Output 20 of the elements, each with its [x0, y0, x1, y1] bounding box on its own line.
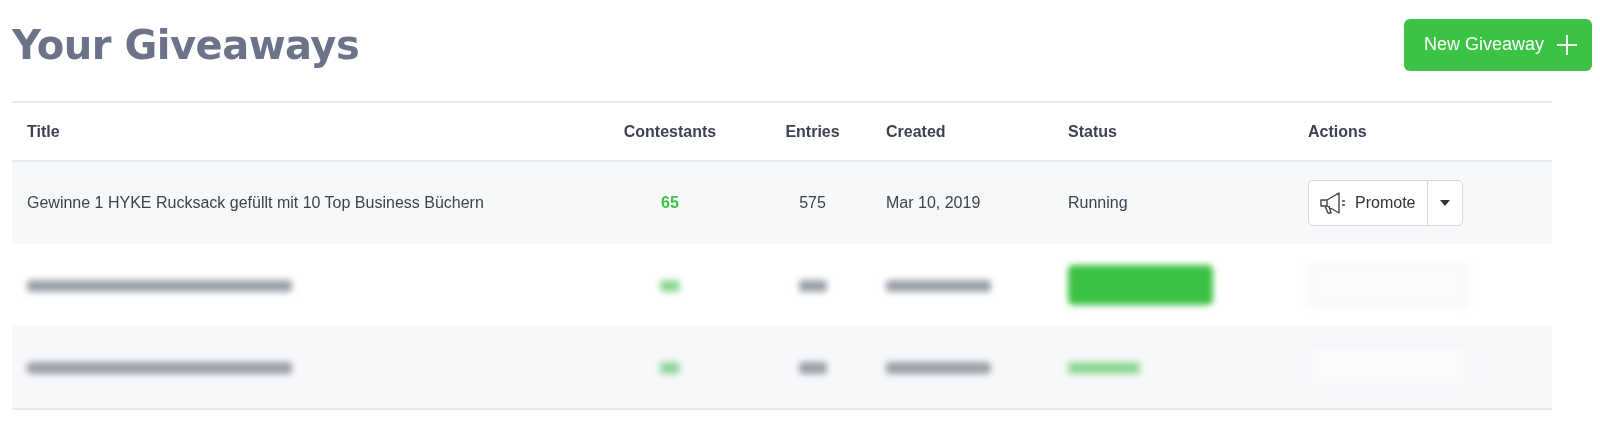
page-title: Your Giveaways	[12, 21, 360, 68]
giveaway-title: Gewinne 1 HYKE Rucksack gefüllt mit 10 Top Business Büchern	[27, 194, 484, 211]
column-header: Contestants	[623, 122, 717, 140]
column-header: Status	[1068, 122, 1117, 140]
entries-count: 575	[799, 194, 826, 211]
blurred-text	[1068, 361, 1140, 374]
column-header: Created	[886, 122, 946, 140]
created-date: Mar 10, 2019	[886, 194, 981, 211]
plus-icon	[1556, 33, 1578, 56]
caret-icon	[1440, 200, 1451, 206]
column-header: Title	[27, 122, 60, 140]
blurred-text	[660, 361, 680, 374]
megaphone-icon	[1319, 190, 1347, 216]
blurred-text	[798, 361, 827, 374]
status-text: Running	[1068, 194, 1128, 211]
blurred-text	[798, 279, 827, 292]
contestants-count: 65	[661, 194, 679, 211]
column-header: Actions	[1308, 122, 1367, 140]
column-header: Entries	[785, 122, 840, 140]
blurred-text	[660, 279, 680, 292]
